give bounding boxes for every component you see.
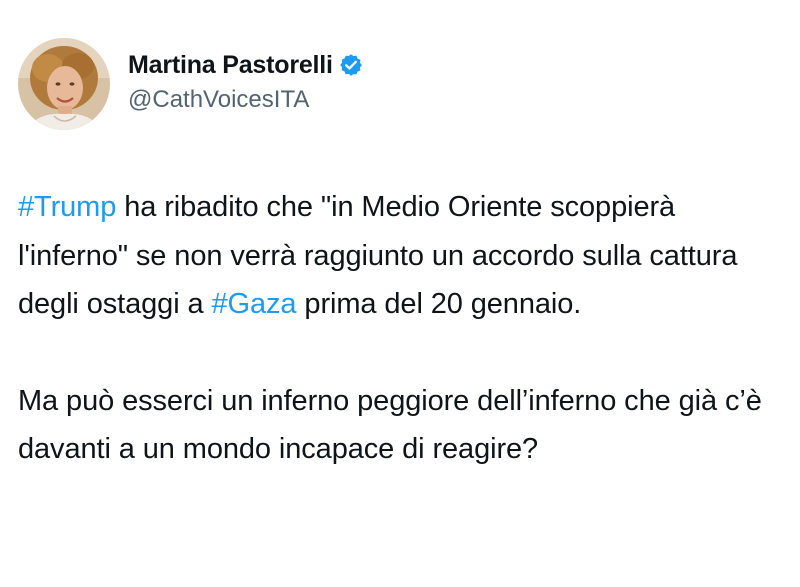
tweet-text-segment: prima del 20 gennaio. [296,288,582,320]
tweet-header: Martina Pastorelli @CathVoicesITA [18,38,363,130]
avatar-photo [18,38,110,130]
hashtag-link-gaza[interactable]: #Gaza [212,288,297,320]
avatar[interactable] [18,38,110,130]
author-display-name[interactable]: Martina Pastorelli [128,51,333,80]
author-handle[interactable]: @CathVoicesITA [128,86,363,114]
tweet-paragraph-1: #Trump ha ribadito che "in Medio Oriente… [18,183,788,329]
verified-badge-icon[interactable] [339,53,363,77]
tweet-paragraph-2: Ma può esserci un inferno peggiore dell’… [18,384,762,466]
hashtag-link-trump[interactable]: #Trump [18,191,116,223]
tweet-text: #Trump ha ribadito che "in Medio Oriente… [18,183,788,474]
name-row: Martina Pastorelli [128,51,363,80]
author-names: Martina Pastorelli @CathVoicesITA [128,51,363,114]
tweet-card: Martina Pastorelli @CathVoicesITA #Trump… [0,0,800,587]
